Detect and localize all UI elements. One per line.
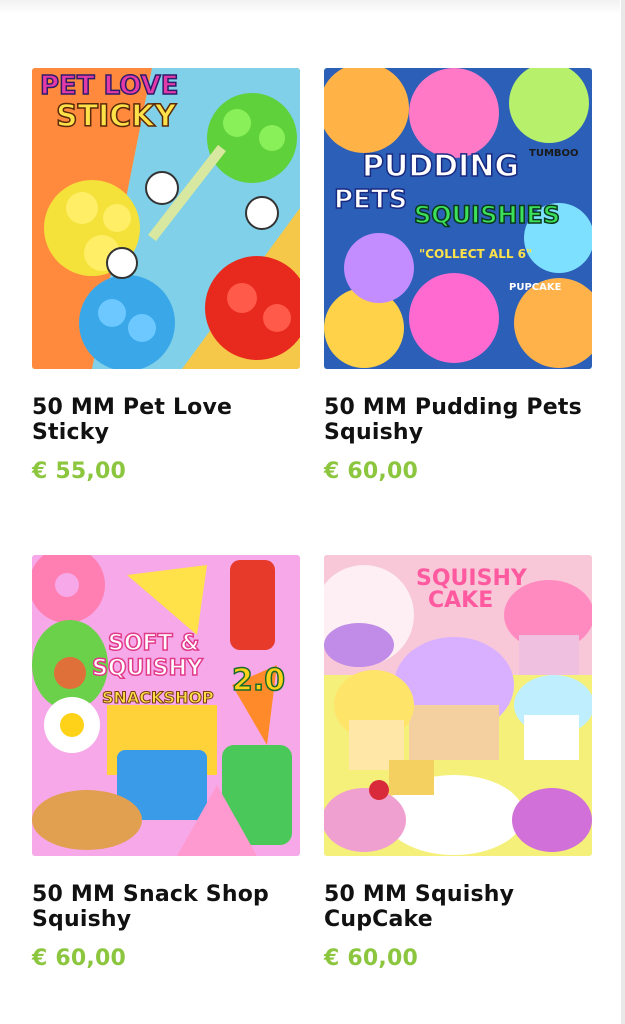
product-price: € 60,00 [324, 459, 418, 484]
product-name[interactable]: 50 MM Pet Love Sticky [32, 395, 302, 445]
product-card[interactable]: PET LOVE STICKY 50 MM Pet Love Sticky € … [32, 68, 302, 484]
product-card[interactable]: SQUISHY CAKE 50 MM Squishy CupCake € 60,… [324, 555, 594, 971]
svg-text:PUDDING: PUDDING [362, 149, 519, 184]
product-price: € 60,00 [324, 946, 418, 971]
svg-text:PUPCAKE: PUPCAKE [509, 282, 562, 293]
product-grid: PET LOVE STICKY 50 MM Pet Love Sticky € … [0, 0, 625, 1024]
product-image[interactable]: SQUISHY CAKE [324, 555, 592, 856]
svg-text:STICKY: STICKY [56, 99, 177, 134]
product-name[interactable]: 50 MM Squishy CupCake [324, 882, 594, 932]
svg-text:SOFT &: SOFT & [108, 631, 199, 656]
product-name[interactable]: 50 MM Pudding Pets Squishy [324, 395, 594, 445]
product-image[interactable]: PUDDING PETS SQUISHIES "COLLECT ALL 6" P… [324, 68, 592, 369]
product-image[interactable]: PET LOVE STICKY [32, 68, 300, 369]
product-card[interactable]: SOFT & SQUISHY SNACKSHOP 2.0 50 MM Snack… [32, 555, 302, 971]
svg-text:SQUISHIES: SQUISHIES [414, 201, 560, 229]
svg-text:PETS: PETS [334, 185, 407, 215]
svg-text:TUMBOO: TUMBOO [529, 148, 579, 159]
product-name[interactable]: 50 MM Snack Shop Squishy [32, 882, 302, 932]
svg-text:CAKE: CAKE [428, 588, 493, 613]
product-card[interactable]: PUDDING PETS SQUISHIES "COLLECT ALL 6" P… [324, 68, 594, 484]
svg-text:2.0: 2.0 [232, 663, 285, 698]
product-price: € 55,00 [32, 459, 126, 484]
svg-text:"COLLECT ALL 6": "COLLECT ALL 6" [419, 247, 532, 261]
product-price: € 60,00 [32, 946, 126, 971]
svg-text:SNACKSHOP: SNACKSHOP [102, 688, 214, 707]
svg-text:PET LOVE: PET LOVE [40, 71, 179, 101]
product-image[interactable]: SOFT & SQUISHY SNACKSHOP 2.0 [32, 555, 300, 856]
svg-text:SQUISHY: SQUISHY [92, 656, 204, 681]
